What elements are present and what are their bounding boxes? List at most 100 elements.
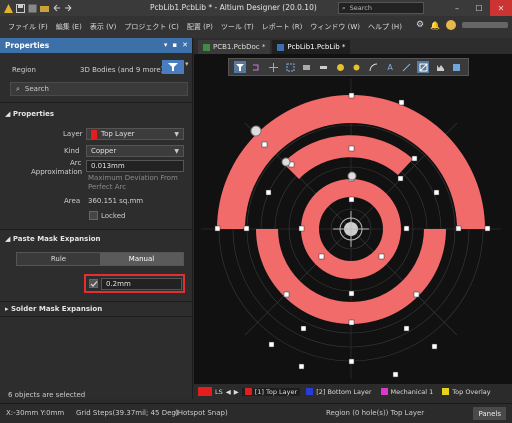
layer-select[interactable]: Top Layer ▼ [86, 128, 184, 140]
app-logo-icon [4, 3, 13, 13]
redo-icon[interactable] [64, 4, 73, 13]
layer-tab-top[interactable]: [1] Top Layer [241, 387, 301, 396]
max-deviation-hint-2: Perfect Arc [88, 183, 127, 191]
area-label: Area [64, 197, 81, 205]
tab-pcblib1-pcblib[interactable]: PcbLib1.PcbLib * [272, 40, 351, 54]
via-icon[interactable] [351, 61, 363, 73]
panel-search-input[interactable]: ⌕ Search [10, 82, 188, 96]
panel-menu-icon[interactable]: ▾ [164, 41, 168, 49]
close-button[interactable]: ✕ [490, 0, 512, 16]
menu-item-1[interactable]: 編集 (E) [56, 22, 82, 32]
annotation-highlight-box [84, 274, 185, 293]
paste-mask-section-header[interactable]: ◢ Paste Mask Expansion [5, 235, 101, 243]
kind-select[interactable]: Copper ▼ [86, 145, 184, 157]
panel-title: Properties [5, 41, 50, 50]
collapse-icon: ◢ [5, 110, 11, 118]
layer-prev-icon[interactable]: ◀ [226, 388, 231, 396]
collapse-icon: ◢ [5, 235, 11, 243]
panels-button[interactable]: Panels [473, 407, 506, 420]
3d-body-icon[interactable] [451, 61, 463, 73]
selection-status: 6 objects are selected [8, 391, 86, 399]
menu-item-2[interactable]: 表示 (V) [90, 22, 116, 32]
pcb-doc-icon [203, 43, 210, 51]
region-tool-icon[interactable] [417, 61, 430, 73]
layer-swatch [442, 388, 450, 395]
layer-next-icon[interactable]: ▶ [234, 388, 239, 396]
route-tool-icon[interactable] [251, 61, 263, 73]
layer-color-swatch [91, 129, 97, 139]
user-name-blurred[interactable] [462, 22, 508, 28]
panel-search-placeholder: Search [24, 85, 49, 93]
align-icon[interactable] [301, 61, 313, 73]
layer-tab-mechanical[interactable]: Mechanical 1 [378, 388, 437, 396]
arc-tool-icon[interactable] [367, 61, 379, 73]
region-value: 3D Bodies (and 9 more) [80, 66, 164, 74]
avatar[interactable] [446, 20, 456, 30]
global-search-input[interactable]: ⌕ Search [338, 2, 424, 14]
save-icon[interactable] [16, 3, 25, 13]
filter-icon [168, 63, 178, 71]
expansion-mode-toggle: Rule Manual [16, 252, 184, 266]
chevron-down-icon: ▼ [174, 131, 179, 138]
cursor-coords: X:-30mm Y:0mm [6, 409, 65, 417]
pin-icon[interactable]: ▪ [172, 41, 177, 49]
locked-label: Locked [101, 212, 126, 220]
polygon-tool-icon[interactable] [434, 61, 446, 73]
middle-arc[interactable] [283, 135, 413, 179]
kind-label: Kind [64, 147, 80, 155]
undo-icon[interactable] [52, 4, 61, 13]
open-folder-icon[interactable] [40, 4, 49, 13]
menu-bar: ファイル (F) 編集 (E) 表示 (V) プロジェクト (C) 配置 (P) ツール … [0, 16, 512, 38]
filter-tool-icon[interactable] [234, 61, 247, 73]
line-tool-icon[interactable] [401, 61, 413, 73]
menu-item-4[interactable]: 配置 (P) [187, 22, 213, 32]
notifications-icon[interactable]: 🔔 [430, 21, 440, 30]
pad-icon[interactable] [334, 61, 346, 73]
layer-swatch [380, 388, 388, 395]
solder-mask-section-header[interactable]: ▸ Solder Mask Expansion [5, 305, 102, 313]
layer-set-button[interactable]: LS [215, 388, 223, 396]
layer-swatch [244, 388, 252, 395]
title-bar: PcbLib1.PcbLib * - Altium Designer (20.0… [0, 0, 512, 16]
properties-section-header[interactable]: ◢ Properties [5, 110, 54, 118]
menu-item-8[interactable]: ヘルプ (H) [368, 22, 402, 32]
text-tool-icon[interactable]: A [384, 61, 396, 73]
tab-pcb1-pcbdoc[interactable]: PCB1.PcbDoc * [198, 40, 271, 54]
settings-gear-icon[interactable]: ⚙ [416, 20, 424, 30]
pcb-lib-icon [277, 43, 285, 51]
layer-label: Layer [63, 130, 83, 138]
document-tabs: PCB1.PcbDoc * PcbLib1.PcbLib * [194, 38, 512, 54]
status-bar: X:-30mm Y:0mm Grid Steps(39.37mil; 45 De… [0, 403, 512, 423]
arc-approximation-input[interactable]: 0.013mm [86, 160, 184, 172]
minimize-button[interactable]: – [446, 0, 468, 16]
search-placeholder: Search [349, 4, 372, 12]
component-icon[interactable] [318, 61, 330, 73]
footprint-drawing[interactable] [194, 54, 512, 384]
manual-button[interactable]: Manual [100, 253, 183, 265]
chevron-down-icon: ▼ [174, 148, 179, 155]
current-layer-swatch[interactable] [198, 387, 212, 396]
menu-item-0[interactable]: ファイル (F) [8, 22, 48, 32]
layer-tab-bottom[interactable]: [2] Bottom Layer [303, 388, 374, 396]
arc-label: Arc [70, 159, 82, 167]
grid-steps: Grid Steps(39.37mil; 45 Deg) [76, 409, 179, 417]
max-deviation-hint-1: Maximum Deviation From [88, 174, 178, 182]
filter-dropdown-icon[interactable]: ▾ [185, 60, 191, 74]
layer-tab-top-overlay[interactable]: Top Overlay [439, 388, 493, 396]
panel-close-icon[interactable]: ✕ [182, 41, 188, 49]
locked-checkbox[interactable] [89, 211, 98, 220]
filter-button[interactable] [162, 60, 184, 74]
layer-tabs-bar: LS ◀ ▶ [1] Top Layer [2] Bottom Layer Me… [194, 384, 512, 399]
menu-item-7[interactable]: ウィンドウ (W) [310, 22, 360, 32]
maximize-button[interactable]: ☐ [468, 0, 490, 16]
place-cross-icon[interactable] [268, 61, 280, 73]
area-value: 360.151 sq.mm [88, 197, 144, 205]
menu-item-3[interactable]: プロジェクト (C) [124, 22, 179, 32]
save-all-icon[interactable] [28, 4, 37, 13]
pcb-canvas[interactable] [194, 54, 512, 384]
menu-item-6[interactable]: レポート (R) [262, 22, 303, 32]
menu-item-5[interactable]: ツール (T) [221, 22, 254, 32]
rule-button[interactable]: Rule [17, 253, 100, 265]
region-label: Region [12, 66, 36, 74]
select-rect-icon[interactable] [284, 61, 296, 73]
